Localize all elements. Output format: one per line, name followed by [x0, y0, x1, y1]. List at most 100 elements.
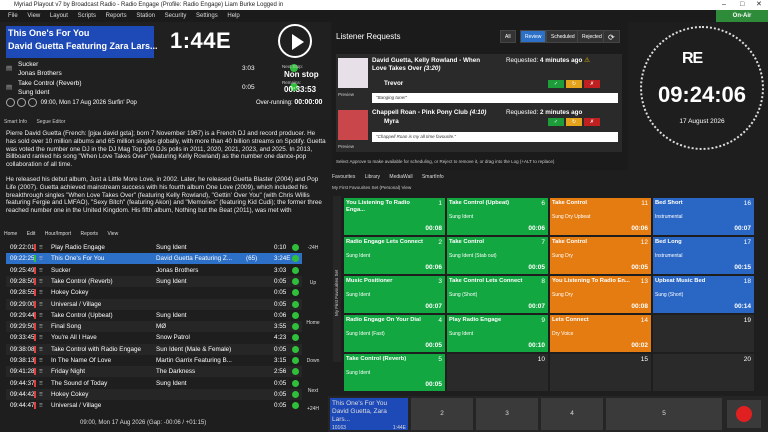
- log-row[interactable]: 09:29:00 ≡ Universal / Village 0:05: [6, 298, 302, 310]
- transport-bar: 09:00, Mon 17 Aug 2026 Surfin' Pop: [6, 98, 137, 107]
- favourites-set-name: My First Favourites Set (Personal) View: [332, 185, 412, 190]
- remains-value: 00:33:53: [284, 85, 317, 94]
- log-row[interactable]: 09:22:01 ≡ Play Radio Engage Sung Ident 0:10: [6, 242, 302, 253]
- reject-button[interactable]: ✗: [584, 118, 600, 126]
- record-button[interactable]: [727, 400, 761, 428]
- cart-button-3[interactable]: Music Positioner Sung Ident 3 00:07: [344, 276, 445, 313]
- status-dot-icon: [292, 311, 299, 319]
- cart-button-11[interactable]: Take Control Sung Dry Upbeat 11 00:06: [550, 198, 651, 235]
- log-row[interactable]: 09:33:45 ≡ You're All I Have Snow Patrol 4:2…: [6, 332, 302, 343]
- plus-24h-button[interactable]: +24H: [302, 406, 324, 412]
- cart-button-1[interactable]: You Listening To Radio Enga... 1 00:08: [344, 198, 445, 235]
- next-button[interactable]: Next: [302, 388, 324, 394]
- cart-button-18[interactable]: Upbeat Music Bed Sung (Short) 18 00:14: [653, 276, 754, 313]
- approve-button[interactable]: ✓: [548, 80, 564, 88]
- menu-help[interactable]: Help: [227, 13, 239, 19]
- log-row[interactable]: 09:38:08 ≡ Take Control with Radio Engage S…: [6, 343, 302, 355]
- cart-button-15[interactable]: 15: [550, 354, 651, 391]
- tab-smart-info[interactable]: Smart Info: [4, 119, 27, 125]
- log-row[interactable]: 09:22:25 ≡ This One's For You David Guetta …: [6, 253, 302, 265]
- play-button[interactable]: [278, 24, 312, 58]
- cart-button-7[interactable]: Take Control Sung Ident (Stab out) 7 00:05: [447, 237, 548, 274]
- category-bar: [34, 390, 36, 398]
- log-row[interactable]: 09:25:49 ≡ Sucker Jonas Brothers 3:03: [6, 265, 302, 276]
- cart-player-slot-1[interactable]: This One's For You David Guetta, Zara La…: [330, 398, 408, 431]
- log-row[interactable]: 09:44:42 ≡ Hokey Cokey 0:05: [6, 388, 302, 400]
- cart-button-5[interactable]: Take Control (Reverb) Sung Ident 5 00:05: [344, 354, 445, 391]
- tab-favourites[interactable]: Favourites: [332, 174, 355, 180]
- maximize-icon[interactable]: □: [740, 0, 744, 10]
- tab-home[interactable]: Home: [4, 231, 17, 237]
- tab-library[interactable]: Library: [365, 174, 380, 180]
- filter-all-button[interactable]: All: [500, 30, 516, 43]
- log-row[interactable]: 09:29:50 ≡ Final Song MØ 3:55: [6, 321, 302, 333]
- cart-player-slot-3[interactable]: 3: [476, 398, 538, 430]
- status-dot-icon: [292, 266, 299, 274]
- cart-player-slot-4[interactable]: 4: [541, 398, 603, 430]
- menu-reports[interactable]: Reports: [106, 13, 127, 19]
- log-row[interactable]: 09:29:44 ≡ Take Control (Upbeat) Sung Ident…: [6, 310, 302, 321]
- status-dot-icon: [292, 345, 299, 353]
- close-icon[interactable]: ✕: [756, 0, 762, 10]
- cart-button-6[interactable]: Take Control (Upbeat) Sung Ident 6 00:06: [447, 198, 548, 235]
- cart-button-10[interactable]: 10: [447, 354, 548, 391]
- tab-hour-import[interactable]: Hour/Import: [45, 231, 71, 237]
- up-button[interactable]: Up: [302, 280, 324, 286]
- filter-review-button[interactable]: Review: [520, 30, 547, 43]
- refresh-icon[interactable]: ⟳: [603, 30, 620, 43]
- menu-file[interactable]: File: [8, 13, 18, 19]
- on-air-indicator[interactable]: On-Air: [716, 10, 768, 22]
- menu-layout[interactable]: Layout: [50, 13, 68, 19]
- tab-edit[interactable]: Edit: [27, 231, 36, 237]
- tab-smartinfo[interactable]: SmartInfo: [422, 174, 444, 180]
- home-button[interactable]: Home: [302, 320, 324, 326]
- menu-security[interactable]: Security: [165, 13, 187, 19]
- stop-icon[interactable]: [28, 98, 37, 107]
- status-dot-icon: [292, 244, 299, 251]
- cart-button-13[interactable]: You Listening To Radio En... Sung Dry 13 00…: [550, 276, 651, 313]
- down-button[interactable]: Down: [302, 358, 324, 364]
- log-row[interactable]: 09:38:13 ≡ In The Name Of Love Martin Garri…: [6, 355, 302, 366]
- log-row[interactable]: 09:44:47 ≡ Universal / Village 0:05: [6, 400, 302, 411]
- cart-button-19[interactable]: 19: [653, 315, 754, 352]
- queue-item[interactable]: ▤ Take Control (Reverb) Sung Ident 0:05: [6, 80, 298, 100]
- minus-24h-button[interactable]: -24H: [302, 245, 324, 251]
- cart-button-16[interactable]: Bed Short Instrumental 16 00:07: [653, 198, 754, 235]
- status-dot-icon: [292, 402, 299, 410]
- request-card[interactable]: Preview David Guetta, Kelly Rowland - Wh…: [336, 54, 622, 108]
- log-row[interactable]: 09:28:55 ≡ Hokey Cokey 0:05: [6, 287, 302, 298]
- tab-reports[interactable]: Reports: [81, 231, 99, 237]
- tab-segue-editor[interactable]: Segue Editor: [36, 119, 65, 125]
- filter-scheduled-button[interactable]: Scheduled: [546, 30, 580, 43]
- menu-settings[interactable]: Settings: [196, 13, 218, 19]
- schedule-button[interactable]: ↻: [566, 118, 582, 126]
- cart-button-9[interactable]: Play Radio Engage Sung Ident 9 00:10: [447, 315, 548, 352]
- cart-button-2[interactable]: Radio Engage Lets Connect Sung Ident 2 00:0…: [344, 237, 445, 274]
- cart-button-20[interactable]: 20: [653, 354, 754, 391]
- menu-station[interactable]: Station: [136, 13, 155, 19]
- cart-button-12[interactable]: Take Control Sung Dry 12 00:05: [550, 237, 651, 274]
- music-icon: ▤: [6, 84, 13, 91]
- reject-button[interactable]: ✗: [584, 80, 600, 88]
- cart-button-4[interactable]: Radio Engage On Your Dial Sung Ident (Fas…: [344, 315, 445, 352]
- cart-button-17[interactable]: Bed Long Instrumental 17 00:15: [653, 237, 754, 274]
- log-row[interactable]: 09:41:28 ≡ Friday Night The Darkness 2:56: [6, 366, 302, 378]
- tab-mediawall[interactable]: MediaWall: [389, 174, 412, 180]
- menu-scripts[interactable]: Scripts: [78, 13, 96, 19]
- next-stop-value: Non stop: [284, 70, 319, 79]
- cart-button-8[interactable]: Take Control Lets Connect Sung (Short) 8 00…: [447, 276, 548, 313]
- request-card[interactable]: Preview Chappell Roan - Pink Pony Club (…: [336, 106, 622, 152]
- log-row[interactable]: 09:28:50 ≡ Take Control (Reverb) Sung Ident…: [6, 275, 302, 287]
- pause-icon[interactable]: [6, 98, 15, 107]
- schedule-button[interactable]: ↻: [566, 80, 582, 88]
- cart-button-14[interactable]: Lets Connect Dry Voice 14 00:02: [550, 315, 651, 352]
- menu-view[interactable]: View: [27, 13, 40, 19]
- cart-player-slot-2[interactable]: 2: [411, 398, 473, 430]
- cart-player-slot-5[interactable]: 5: [606, 398, 722, 430]
- play-icon[interactable]: [17, 98, 26, 107]
- approve-button[interactable]: ✓: [548, 118, 564, 126]
- queue-item[interactable]: ▤ Sucker Jonas Brothers 3:03: [6, 61, 298, 81]
- log-row[interactable]: 09:44:37 ≡ The Sound of Today Sung Ident 0:0…: [6, 378, 302, 389]
- minimize-icon[interactable]: –: [722, 0, 726, 10]
- tab-view[interactable]: View: [107, 231, 118, 237]
